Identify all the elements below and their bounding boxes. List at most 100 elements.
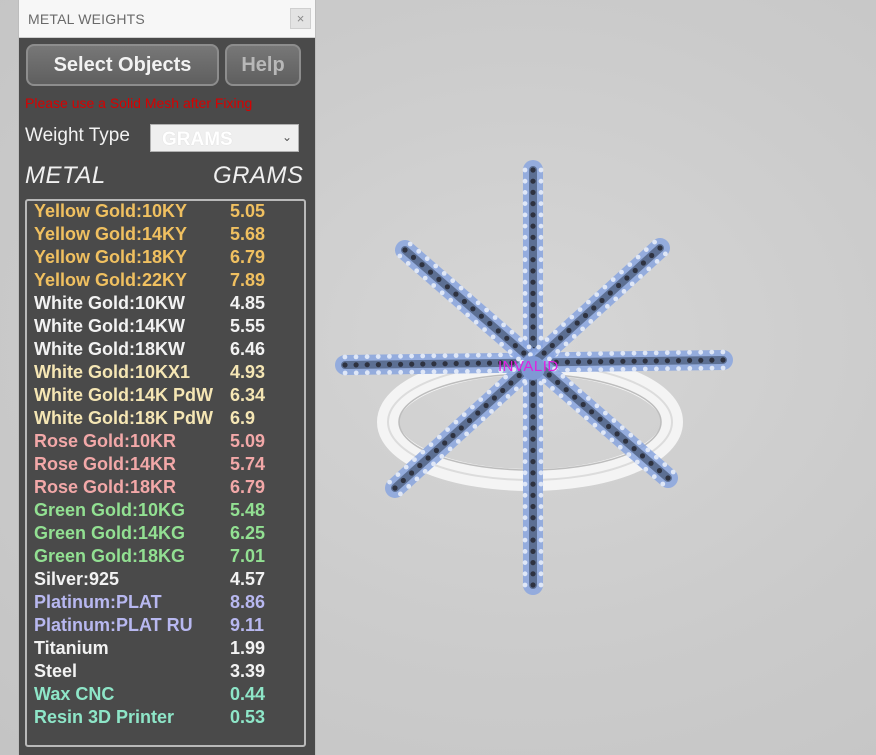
list-item: Rose Gold:14KR 5.74 <box>34 454 304 477</box>
metal-column-header: METAL <box>25 162 106 189</box>
ring-stone <box>530 537 536 543</box>
ring-stone <box>483 402 489 409</box>
ring-bead <box>538 504 544 509</box>
ring-stone <box>450 432 456 439</box>
ring-stone <box>720 357 726 363</box>
ring-bead <box>353 370 359 376</box>
ring-bead <box>584 415 589 421</box>
metal-weight: 6.79 <box>230 247 266 267</box>
ring-bead <box>565 367 570 373</box>
ring-stone <box>508 380 514 386</box>
ring-stone <box>631 358 637 364</box>
metal-weight: 1.99 <box>230 638 266 658</box>
ring-bead <box>487 352 492 358</box>
ring-stone <box>453 360 459 367</box>
ring-bead <box>398 369 404 375</box>
ring-stone <box>530 414 536 420</box>
ring-stone <box>709 357 715 363</box>
ring-bead <box>387 479 392 485</box>
ring-stone <box>530 189 536 195</box>
ring-bead <box>522 257 528 263</box>
ring-bead <box>569 381 574 387</box>
ring-bead <box>465 369 470 374</box>
metal-weight: 0.53 <box>230 707 266 727</box>
ring-bead <box>375 354 381 359</box>
ring-bead <box>403 464 409 470</box>
ring-stone <box>530 223 536 229</box>
ring-bead <box>586 299 591 305</box>
ring-bead <box>448 297 454 303</box>
ring-bead <box>629 281 635 287</box>
ring-bead <box>431 283 437 288</box>
ring-bead <box>407 241 413 247</box>
metal-weights-list[interactable]: Yellow Gold:10KY 5.05 Yellow Gold:14KY 5.6… <box>25 199 306 747</box>
ring-stone <box>458 425 464 431</box>
ring-bead <box>601 430 606 435</box>
ring-bead <box>561 322 566 327</box>
close-button[interactable]: × <box>290 8 311 29</box>
ring-stone <box>530 459 536 465</box>
ring-bead <box>406 484 412 489</box>
ring-stone <box>419 262 425 268</box>
ring-stone <box>500 387 506 394</box>
ring-bead <box>538 414 544 420</box>
metal-weight: 7.01 <box>230 546 266 566</box>
ring-stone <box>433 447 439 454</box>
ring-stone <box>530 447 536 453</box>
list-item: Green Gold:14KG 6.25 <box>34 523 304 546</box>
ring-bead <box>387 370 392 375</box>
ring-bead <box>472 424 478 429</box>
ring-bead <box>592 422 598 428</box>
ring-stone <box>665 475 671 481</box>
ring-stone <box>648 460 654 466</box>
weight-type-select[interactable]: GRAMS ⌄ <box>150 124 299 152</box>
ring-stone <box>530 391 536 397</box>
ring-bead <box>563 341 569 347</box>
ring-bead <box>676 350 681 355</box>
ring-bead <box>364 354 370 360</box>
metal-weight: 5.48 <box>230 500 266 520</box>
select-objects-button[interactable]: Select Objects <box>26 44 219 86</box>
ring-stone <box>431 361 437 367</box>
metal-name: White Gold:10KX1 <box>34 362 191 382</box>
ring-stone <box>453 291 459 297</box>
ring-bead <box>364 370 370 376</box>
list-item: Steel 3.39 <box>34 661 304 684</box>
ring-bead <box>698 349 704 355</box>
ring-stone <box>575 359 582 365</box>
ring-bead <box>522 492 528 498</box>
ring-bead <box>720 365 726 371</box>
metal-weight: 9.11 <box>230 615 265 635</box>
ring-bead <box>598 367 604 372</box>
ring-bead <box>503 374 508 380</box>
ring-bead <box>473 319 479 325</box>
ring-stone <box>425 455 431 461</box>
ring-bead <box>538 459 544 464</box>
ring-bead <box>609 367 615 372</box>
metal-weight: 5.09 <box>230 431 266 451</box>
title-bar[interactable]: METAL WEIGHTS × <box>19 0 315 38</box>
help-button[interactable]: Help <box>225 44 301 86</box>
ring-bead <box>476 368 481 374</box>
ring-stone <box>530 290 536 296</box>
ring-stone <box>591 305 597 311</box>
ring-bead <box>467 293 472 298</box>
ring-stone <box>521 350 527 356</box>
ring-bead <box>670 469 676 475</box>
invalid-label: INVALID <box>498 358 559 375</box>
ring-stone <box>624 275 630 281</box>
ring-bead <box>687 350 692 355</box>
ring-bead <box>424 256 430 262</box>
ring-bead <box>498 352 503 358</box>
ring-stone <box>402 247 408 253</box>
ring-stone <box>398 361 404 367</box>
ring-bead <box>619 269 624 275</box>
metal-weight: 4.93 <box>230 362 266 382</box>
ring-bead <box>505 394 511 399</box>
ring-bead <box>522 291 528 296</box>
weight-type-value: GRAMS <box>162 129 233 150</box>
ring-bead <box>654 259 660 264</box>
ring-stone <box>599 297 605 304</box>
ring-stone <box>444 284 450 290</box>
metal-weight: 3.39 <box>230 661 266 681</box>
